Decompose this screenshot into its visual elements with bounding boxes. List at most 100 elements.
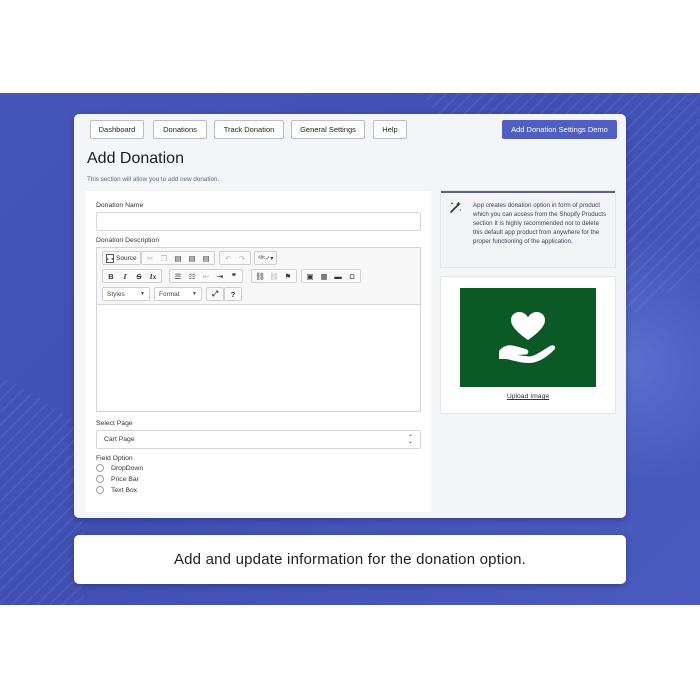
outdent-icon: ⇤ xyxy=(202,271,210,281)
nav-dashboard-button[interactable]: Dashboard xyxy=(90,120,144,139)
nav-general-settings-button[interactable]: General Settings xyxy=(291,120,365,139)
redo-icon: ↷ xyxy=(238,253,246,263)
field-option-price-bar[interactable]: Price Bar xyxy=(96,474,139,484)
format-dropdown[interactable]: Format ▼ xyxy=(154,287,202,301)
app-window: Dashboard Donations Track Donation Gener… xyxy=(74,114,626,518)
unlink-button[interactable]: ⛓ xyxy=(267,270,281,282)
rich-text-editor: Source ✂ ❐ ▤ ▤ ▤ ↶ ↷ ᴬᴮᶜ✓▾ B I S Ix ☰ ☷ … xyxy=(96,247,421,412)
paste-word-button[interactable]: ▤ xyxy=(199,252,213,264)
blockquote-button[interactable]: ❞ xyxy=(227,270,241,282)
radio-button[interactable] xyxy=(96,464,104,472)
radio-button[interactable] xyxy=(96,486,104,494)
add-donation-settings-demo-button[interactable]: Add Donation Settings Demo xyxy=(502,120,617,139)
toolbar-group-undo: ↶ ↷ xyxy=(219,251,251,265)
radio-button[interactable] xyxy=(96,475,104,483)
cut-button[interactable]: ✂ xyxy=(143,252,157,264)
field-option-label: Field Option xyxy=(96,455,133,462)
horizontal-line-button[interactable]: ▬ xyxy=(331,270,345,282)
paste-icon: ▤ xyxy=(174,253,182,263)
paste-text-icon: ▤ xyxy=(188,253,196,263)
indent-button[interactable]: ⇥ xyxy=(213,270,227,282)
paste-word-icon: ▤ xyxy=(202,253,210,263)
link-icon: ⛓ xyxy=(255,271,265,281)
remove-format-button[interactable]: Ix xyxy=(146,270,160,282)
editor-content-area[interactable] xyxy=(97,305,420,411)
donation-form: Donation Name Donation Description Sourc… xyxy=(85,191,431,512)
help-button[interactable]: ? xyxy=(226,288,240,300)
undo-button[interactable]: ↶ xyxy=(221,252,235,264)
field-option-dropdown[interactable]: DropDown xyxy=(96,463,143,473)
maximize-icon: ⤢ xyxy=(212,289,218,298)
field-option-label-dropdown: DropDown xyxy=(111,464,144,472)
anchor-icon: ⚑ xyxy=(284,271,292,281)
donation-image xyxy=(460,288,596,387)
upload-image-link[interactable]: Upload Image xyxy=(441,393,615,400)
undo-icon: ↶ xyxy=(224,253,232,263)
styles-label: Styles xyxy=(107,290,125,298)
blockquote-icon: ❞ xyxy=(231,271,237,281)
styles-dropdown[interactable]: Styles ▼ xyxy=(102,287,150,301)
unlink-icon: ⛓ xyxy=(269,271,279,281)
anchor-button[interactable]: ⚑ xyxy=(281,270,295,282)
promo-screenshot: Dashboard Donations Track Donation Gener… xyxy=(0,0,700,700)
nav-donations-button[interactable]: Donations xyxy=(153,120,207,139)
donation-name-label: Donation Name xyxy=(96,202,144,209)
page-subtitle: This section will allow you to add new d… xyxy=(87,176,220,183)
source-label: Source xyxy=(116,254,137,262)
strike-icon: S xyxy=(136,271,142,281)
help-icon: ? xyxy=(230,289,236,299)
copy-button[interactable]: ❐ xyxy=(157,252,171,264)
image-button[interactable]: ▣ xyxy=(303,270,317,282)
toolbar-group-basic: B I S Ix xyxy=(102,269,162,283)
table-icon: ▦ xyxy=(320,271,328,281)
maximize-button[interactable]: ⤢ xyxy=(208,288,222,300)
bulleted-list-button[interactable]: ☷ xyxy=(185,270,199,282)
paste-text-button[interactable]: ▤ xyxy=(185,252,199,264)
special-char-icon: Ω xyxy=(349,271,355,281)
source-button[interactable]: Source xyxy=(104,252,139,264)
toolbar-group-clipboard: ✂ ❐ ▤ ▤ ▤ xyxy=(141,251,215,265)
italic-button[interactable]: I xyxy=(118,270,132,282)
editor-toolbar: Source ✂ ❐ ▤ ▤ ▤ ↶ ↷ ᴬᴮᶜ✓▾ B I S Ix ☰ ☷ … xyxy=(97,248,420,305)
image-icon: ▣ xyxy=(306,271,314,281)
link-button[interactable]: ⛓ xyxy=(253,270,267,282)
italic-icon: I xyxy=(123,271,127,281)
field-option-label-price-bar: Price Bar xyxy=(111,475,139,483)
indent-icon: ⇥ xyxy=(216,271,224,281)
updown-chevron-icon: ⌃ ⌄ xyxy=(408,435,413,445)
info-text: App creates donation option in form of p… xyxy=(473,202,607,245)
table-button[interactable]: ▦ xyxy=(317,270,331,282)
select-page-dropdown[interactable]: Cart Page ⌃ ⌄ xyxy=(96,430,421,449)
toolbar-group-about: ? xyxy=(224,287,242,301)
redo-button[interactable]: ↷ xyxy=(235,252,249,264)
outdent-button[interactable]: ⇤ xyxy=(199,270,213,282)
toolbar-group-document: Source xyxy=(102,251,141,265)
numbered-list-button[interactable]: ☰ xyxy=(171,270,185,282)
page-title: Add Donation xyxy=(87,150,184,167)
bulleted-list-icon: ☷ xyxy=(188,271,196,281)
strike-button[interactable]: S xyxy=(132,270,146,282)
select-page-value: Cart Page xyxy=(104,436,135,443)
nav-track-donation-button[interactable]: Track Donation xyxy=(214,120,284,139)
remove-format-icon: Ix xyxy=(149,271,157,281)
field-option-text-box[interactable]: Text Box xyxy=(96,485,137,495)
caption-banner: Add and update information for the donat… xyxy=(74,535,626,584)
toolbar-group-links: ⛓ ⛓ ⚑ xyxy=(251,269,297,283)
image-panel: Upload Image xyxy=(441,277,615,413)
chevron-down-icon: ▼ xyxy=(192,291,197,297)
paste-button[interactable]: ▤ xyxy=(171,252,185,264)
donation-name-input[interactable] xyxy=(96,212,421,231)
toolbar-group-spell: ᴬᴮᶜ✓▾ xyxy=(254,251,278,265)
caption-text: Add and update information for the donat… xyxy=(173,551,527,568)
magic-wand-icon xyxy=(450,201,462,213)
spellcheck-button[interactable]: ᴬᴮᶜ✓▾ xyxy=(256,252,275,264)
toolbar-group-lists: ☰ ☷ ⇤ ⇥ ❞ xyxy=(169,269,243,283)
numbered-list-icon: ☰ xyxy=(174,271,182,281)
info-notice: App creates donation option in form of p… xyxy=(441,191,615,267)
chevron-down-icon: ▼ xyxy=(140,291,145,297)
bold-button[interactable]: B xyxy=(104,270,118,282)
special-char-button[interactable]: Ω xyxy=(345,270,359,282)
copy-icon: ❐ xyxy=(160,253,168,263)
nav-help-button[interactable]: Help xyxy=(373,120,407,139)
toolbar-group-insert: ▣ ▦ ▬ Ω xyxy=(301,269,361,283)
